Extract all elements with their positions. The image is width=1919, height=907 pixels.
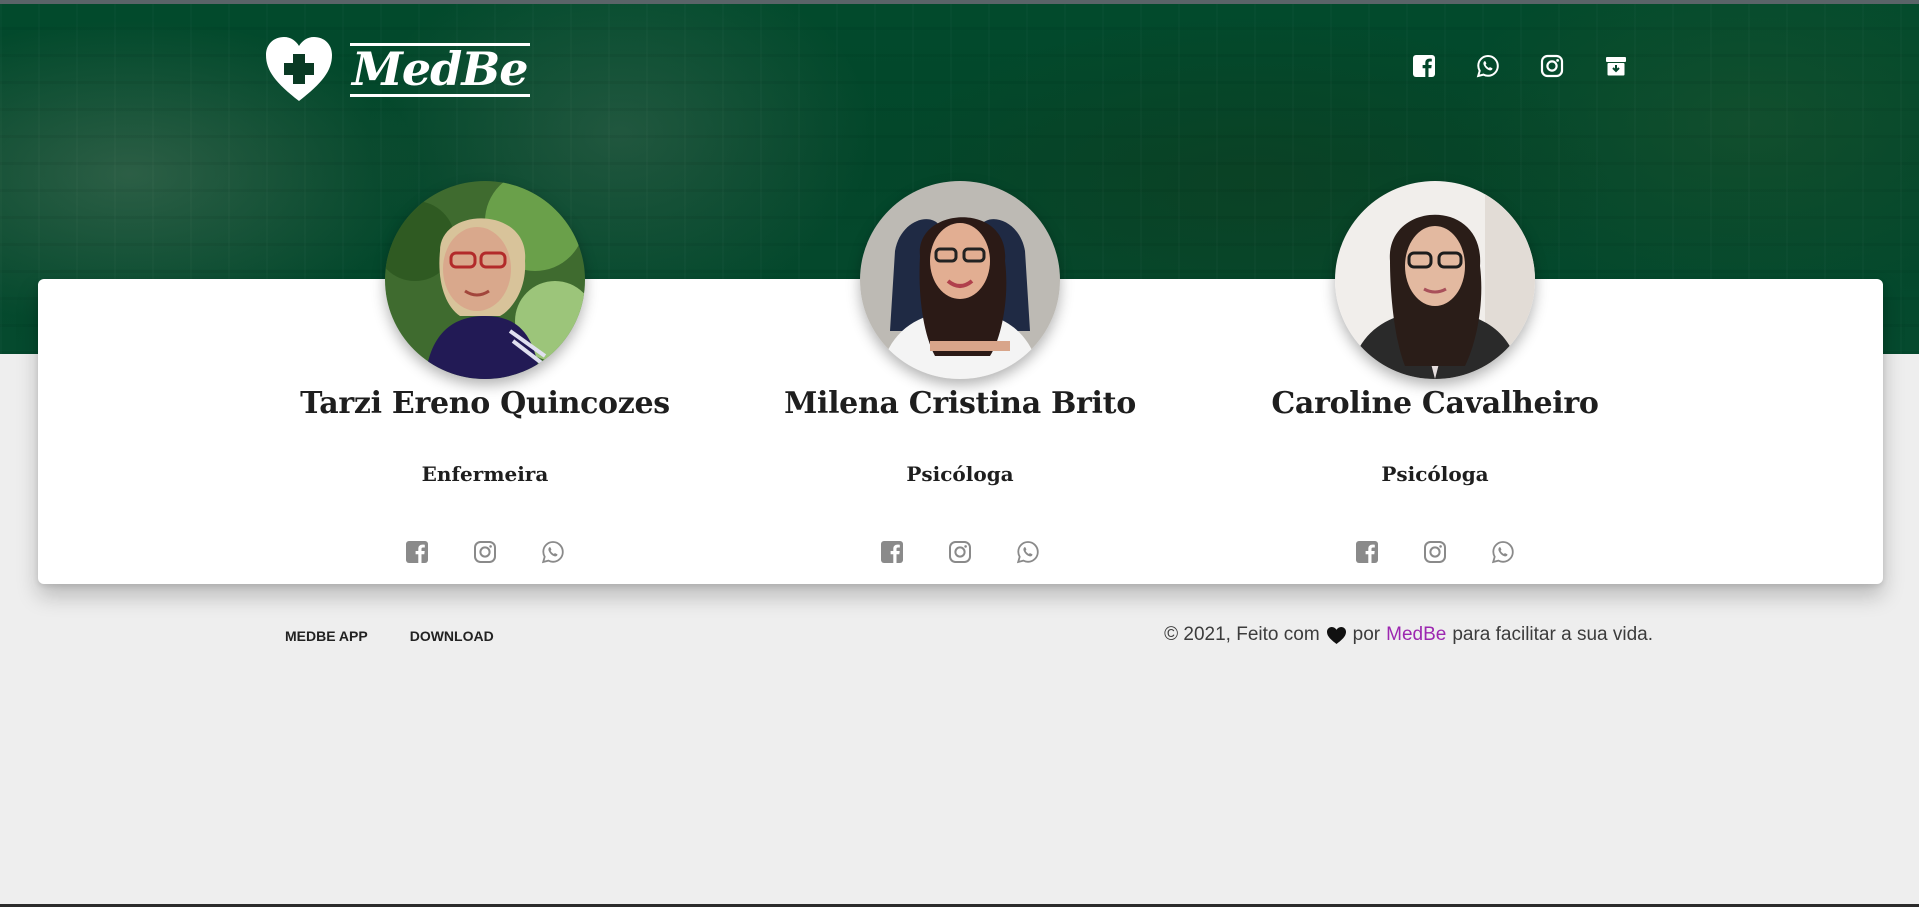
team-member-photo — [1335, 181, 1535, 379]
footer-copyright: © 2021, Feito com por MedBe para facilit… — [1164, 624, 1653, 646]
member-facebook-link[interactable] — [880, 540, 904, 564]
team-member-social-links — [405, 540, 565, 564]
member-whatsapp-link[interactable] — [541, 540, 565, 564]
whatsapp-icon — [1491, 541, 1514, 564]
footer-link-medbe-app[interactable]: MEDBE APP — [285, 628, 368, 644]
member-whatsapp-link[interactable] — [1016, 540, 1040, 564]
portrait-image — [1335, 181, 1535, 379]
whatsapp-icon — [541, 541, 564, 564]
team-member-name: Tarzi Ereno Quincozes — [300, 386, 670, 421]
team-member-name: Milena Cristina Brito — [784, 386, 1136, 421]
team-member-photo — [860, 181, 1060, 379]
header-social-links — [1412, 54, 1628, 78]
member-instagram-link[interactable] — [473, 540, 497, 564]
instagram-icon — [1540, 54, 1564, 78]
instagram-icon — [949, 541, 971, 563]
member-whatsapp-link[interactable] — [1491, 540, 1515, 564]
header-whatsapp-link[interactable] — [1476, 54, 1500, 78]
team-member-role: Psicóloga — [906, 462, 1014, 486]
instagram-icon — [474, 541, 496, 563]
header-facebook-link[interactable] — [1412, 54, 1436, 78]
member-facebook-link[interactable] — [1355, 540, 1379, 564]
footer-link-download[interactable]: DOWNLOAD — [410, 628, 494, 644]
footer-nav: MEDBE APP DOWNLOAD — [285, 628, 494, 644]
portrait-image — [860, 181, 1060, 379]
header-archive-link[interactable] — [1604, 54, 1628, 78]
team-member-name: Caroline Cavalheiro — [1271, 386, 1599, 421]
facebook-square-icon — [1356, 541, 1378, 563]
member-facebook-link[interactable] — [405, 540, 429, 564]
brand-wordmark: MedBe — [350, 39, 530, 99]
facebook-square-icon — [1413, 55, 1435, 77]
team-member-role: Psicóloga — [1381, 462, 1489, 486]
heart-icon — [1326, 626, 1346, 644]
brand-logo-link[interactable]: MedBe — [264, 34, 530, 104]
whatsapp-icon — [1016, 541, 1039, 564]
footer-brand-link[interactable]: MedBe — [1386, 624, 1446, 646]
team-member-social-links — [880, 540, 1040, 564]
whatsapp-icon — [1476, 54, 1499, 78]
member-instagram-link[interactable] — [948, 540, 972, 564]
team-member-role: Enfermeira — [421, 462, 549, 486]
team-member-photo — [385, 181, 585, 379]
team-member-social-links — [1355, 540, 1515, 564]
brand-name: MedBe — [352, 42, 528, 96]
copyright-prefix: © 2021, Feito com — [1164, 624, 1320, 645]
header-instagram-link[interactable] — [1540, 54, 1564, 78]
copyright-by: por — [1352, 624, 1381, 645]
archive-icon — [1606, 57, 1626, 76]
facebook-square-icon — [406, 541, 428, 563]
copyright-suffix: para facilitar a sua vida. — [1452, 624, 1653, 645]
instagram-icon — [1424, 541, 1446, 563]
facebook-square-icon — [881, 541, 903, 563]
heart-cross-logo-icon — [266, 37, 332, 101]
portrait-image — [385, 181, 585, 379]
member-instagram-link[interactable] — [1423, 540, 1447, 564]
